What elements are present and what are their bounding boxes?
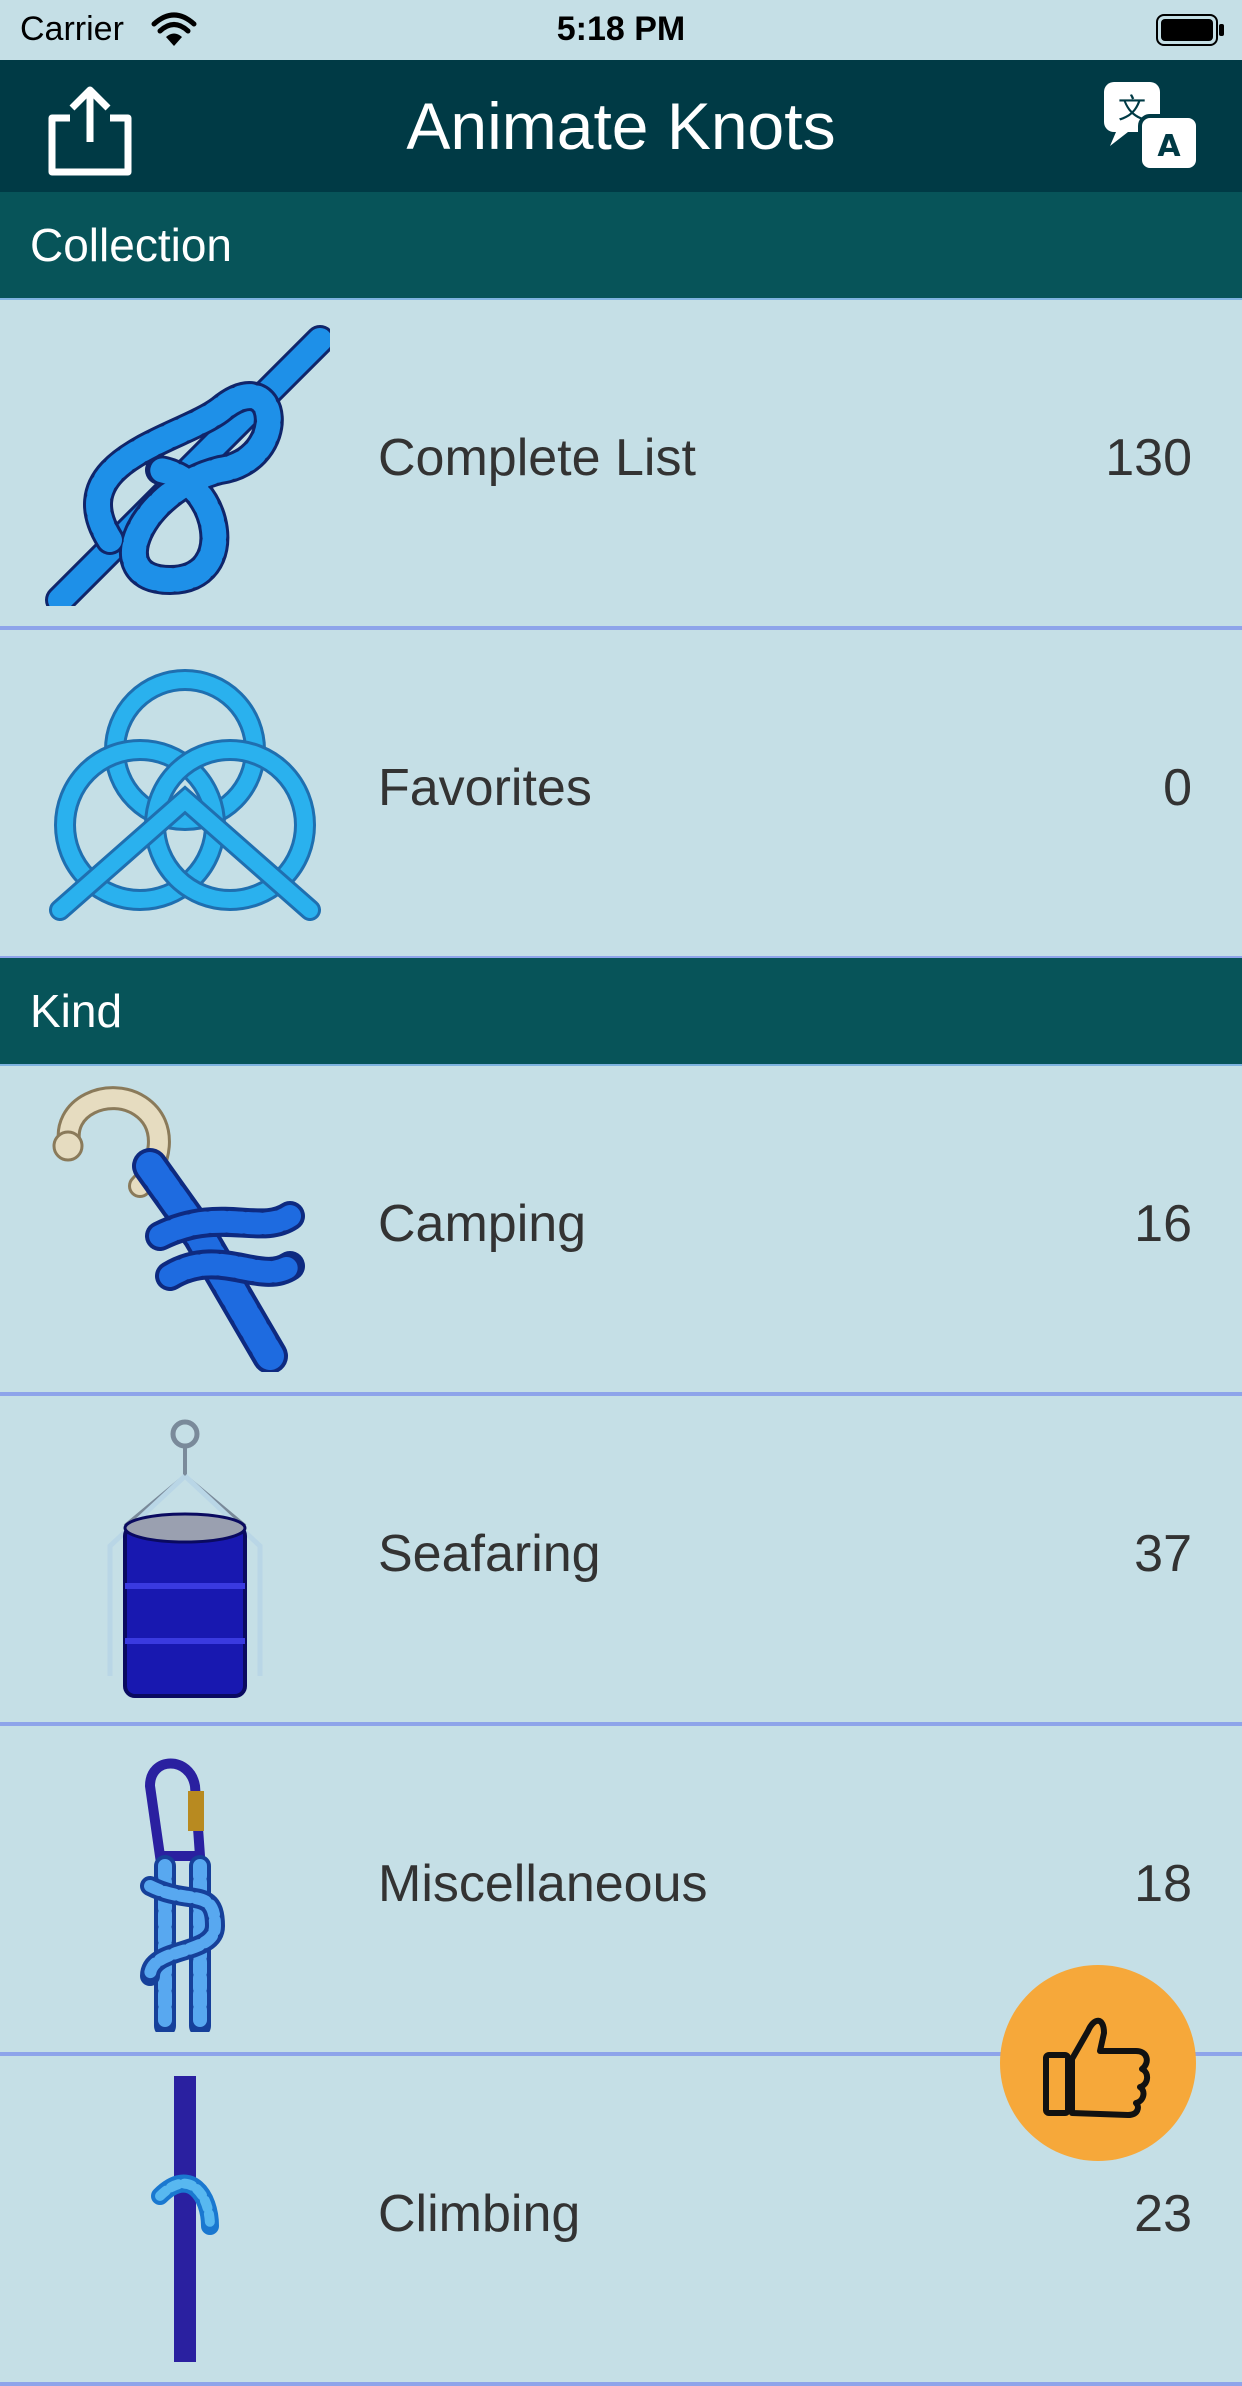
item-count: 37 xyxy=(1134,1525,1192,1583)
shackle-knot-icon xyxy=(52,1086,305,1372)
list-item-complete-list[interactable]: Complete List 130 xyxy=(0,300,1242,630)
svg-text:A: A xyxy=(1157,129,1181,164)
item-count: 23 xyxy=(1134,2185,1192,2243)
status-bar: Carrier 5:18 PM xyxy=(0,0,1242,60)
navigation-bar: Animate Knots 文 A xyxy=(0,60,1242,194)
item-count: 16 xyxy=(1134,1195,1192,1253)
barrel-hitch-icon xyxy=(107,1419,263,1698)
page-title: Animate Knots xyxy=(406,89,836,163)
list-item-favorites[interactable]: Favorites 0 xyxy=(0,630,1242,960)
section-header-kind: Kind xyxy=(0,958,1242,1066)
item-count: 0 xyxy=(1163,759,1192,817)
translate-button[interactable]: 文 A xyxy=(1102,80,1202,180)
item-label: Miscellaneous xyxy=(378,1855,708,1913)
list-item-seafaring[interactable]: Seafaring 37 xyxy=(0,1396,1242,1726)
item-label: Climbing xyxy=(378,2185,581,2243)
item-label: Camping xyxy=(378,1195,587,1253)
battery-icon xyxy=(1156,14,1224,46)
item-label: Complete List xyxy=(378,429,696,487)
translate-icon: 文 A xyxy=(1104,82,1200,172)
item-count: 18 xyxy=(1134,1855,1192,1913)
like-button[interactable] xyxy=(1000,1965,1196,2161)
section-title: Collection xyxy=(30,219,232,271)
section-title: Kind xyxy=(30,985,123,1037)
item-label: Favorites xyxy=(378,759,592,817)
item-count: 130 xyxy=(1105,429,1192,487)
status-time: 5:18 PM xyxy=(556,10,686,48)
trefoil-knot-icon xyxy=(49,669,321,921)
climbing-rope-icon xyxy=(151,2076,219,2362)
thumbs-up-icon xyxy=(1043,2017,1150,2118)
list-item-camping[interactable]: Camping 16 xyxy=(0,1066,1242,1396)
carabiner-knot-icon xyxy=(140,1758,226,2032)
item-label: Seafaring xyxy=(378,1525,601,1583)
section-header-collection: Collection xyxy=(0,192,1242,300)
figure-eight-knot-icon xyxy=(45,325,330,606)
